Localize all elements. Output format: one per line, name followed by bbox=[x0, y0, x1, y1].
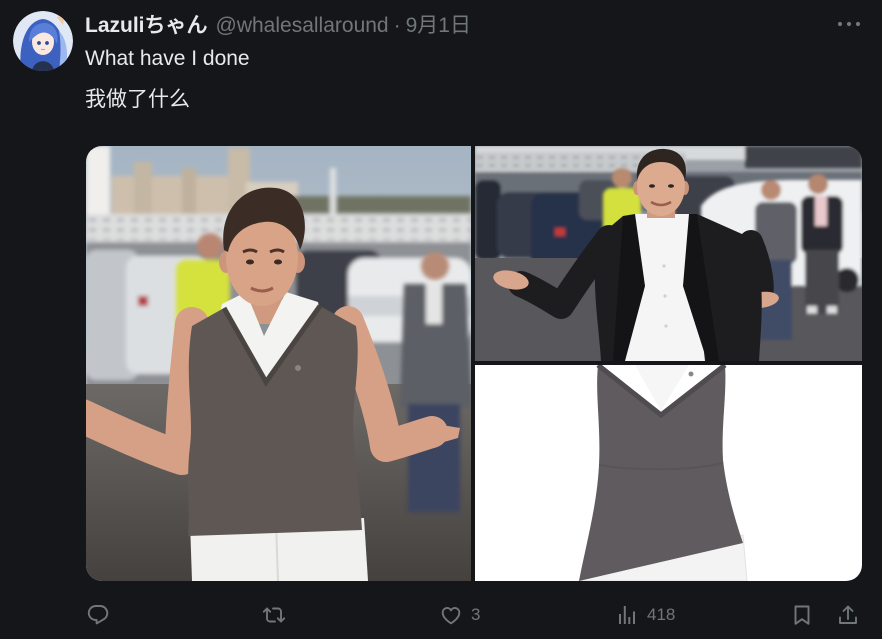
share-button[interactable] bbox=[836, 603, 860, 627]
like-count: 3 bbox=[471, 605, 481, 624]
more-horizontal-icon bbox=[837, 21, 861, 27]
reply-icon bbox=[87, 605, 109, 625]
retweet-button[interactable] bbox=[262, 603, 286, 627]
views-button[interactable]: 418 bbox=[615, 603, 675, 627]
separator-dot: · bbox=[393, 14, 401, 37]
media-image-2[interactable] bbox=[475, 146, 862, 361]
tweet-text-line: What have I done bbox=[85, 47, 250, 70]
bookmark-icon bbox=[794, 605, 810, 625]
media-image-3[interactable] bbox=[475, 365, 862, 581]
photo-left-illustration bbox=[86, 146, 471, 581]
tweet-date[interactable]: 9月1日 bbox=[406, 12, 471, 40]
tweet-text-line: 我做了什么 bbox=[85, 88, 190, 111]
avatar-image bbox=[13, 11, 73, 71]
photo-right-top-illustration bbox=[475, 146, 862, 361]
retweet-icon bbox=[262, 607, 286, 623]
share-icon bbox=[839, 605, 857, 624]
like-button[interactable]: 3 bbox=[439, 603, 480, 627]
vest-dress bbox=[578, 365, 748, 581]
avatar[interactable] bbox=[13, 11, 73, 71]
heart-icon bbox=[441, 607, 461, 625]
views-icon bbox=[619, 606, 635, 624]
views-count: 418 bbox=[647, 605, 676, 624]
bookmark-button[interactable] bbox=[790, 603, 814, 627]
user-handle[interactable]: @whalesallaround bbox=[216, 12, 389, 40]
reply-button[interactable] bbox=[86, 603, 110, 627]
media-image-1[interactable] bbox=[86, 146, 471, 581]
more-button[interactable] bbox=[836, 12, 862, 36]
display-name[interactable]: Lazuliちゃん bbox=[85, 12, 208, 40]
media-grid bbox=[86, 146, 862, 581]
tweet-header: Lazuliちゃん @whalesallaround · 9月1日 bbox=[85, 12, 471, 40]
photo-right-bottom-illustration bbox=[475, 365, 862, 581]
